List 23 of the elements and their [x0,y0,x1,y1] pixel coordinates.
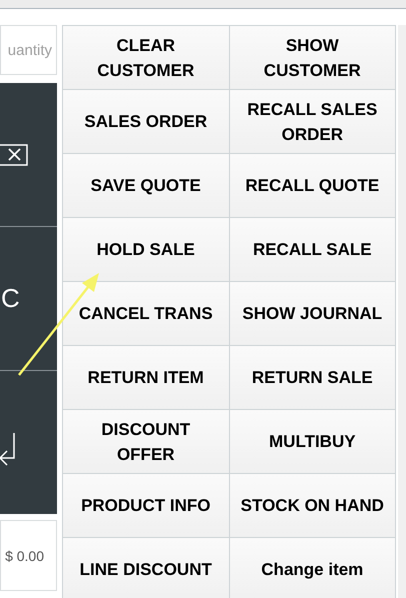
action-button[interactable]: SHOW JOURNAL [230,282,396,345]
quantity-field[interactable]: uantity [0,25,57,75]
action-button[interactable]: RECALL QUOTE [230,154,396,217]
action-button[interactable]: MULTIBUY [230,410,396,473]
action-button[interactable]: RECALL SALES ORDER [230,90,396,153]
action-button[interactable]: SHOW CUSTOMER [230,26,396,89]
action-button[interactable]: STOCK ON HAND [230,474,396,537]
clear-all-key[interactable]: C [1,283,20,314]
enter-key-icon[interactable] [0,432,16,468]
total-field: $ 0.00 [0,520,57,591]
action-button[interactable]: PRODUCT INFO [63,474,229,537]
action-button[interactable]: HOLD SALE [63,218,229,281]
action-button[interactable]: LINE DISCOUNT [63,538,229,598]
action-button[interactable]: SALES ORDER [63,90,229,153]
action-button[interactable]: RETURN ITEM [63,346,229,409]
action-button[interactable]: Change item [230,538,396,598]
action-button[interactable]: CLEAR CUSTOMER [63,26,229,89]
action-button[interactable]: RECALL SALE [230,218,396,281]
action-button[interactable]: SAVE QUOTE [63,154,229,217]
action-button[interactable]: CANCEL TRANS [63,282,229,345]
clear-key-icon[interactable] [0,144,28,166]
action-button[interactable]: DISCOUNT OFFER [63,410,229,473]
action-button[interactable]: RETURN SALE [230,346,396,409]
